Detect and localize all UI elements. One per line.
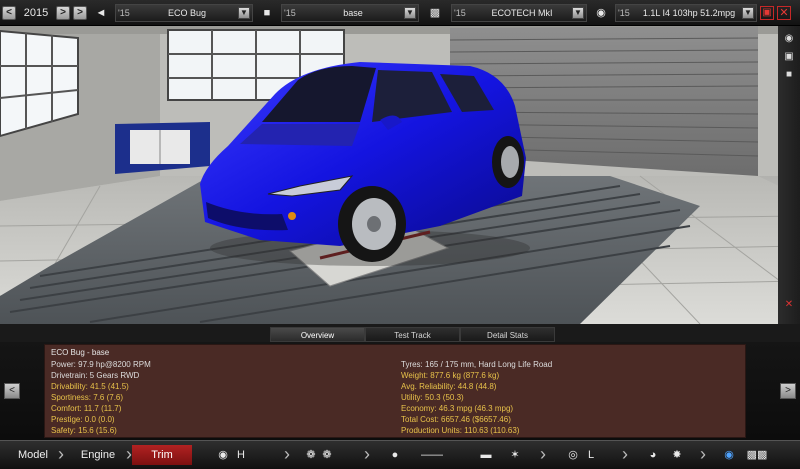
close-icon[interactable]: ✕ [777, 5, 791, 20]
engine-name: ECOTECH MkI [491, 7, 553, 18]
stat-drivetrain: Drivetrain: 5 Gears RWD [51, 371, 140, 380]
chevron-right-icon: › [540, 444, 546, 464]
body-design-icon[interactable]: —— [412, 448, 452, 462]
overview-stats-panel: ECO Bug - base Power: 97.9 hp@8200 RPM D… [44, 344, 746, 438]
model-name: ECO Bug [167, 7, 207, 18]
model-selector[interactable]: '15 ECO Bug ▼ [115, 3, 253, 22]
brakes-icon[interactable]: ● [388, 448, 402, 462]
year-prev-button[interactable]: < [2, 5, 16, 20]
engine-variant-icon: ◉ [596, 6, 606, 19]
chevron-down-icon[interactable]: ▼ [404, 6, 416, 19]
safety-icon[interactable]: ◕ [646, 448, 660, 462]
stat-tyres: Tyres: 165 / 175 mm, Hard Long Life Road [401, 360, 553, 369]
top-bar: < 2015 > > ◄ '15 ECO Bug ▼ ■ '15 base ▼ … [0, 0, 800, 26]
car-trim-icon: ■ [263, 6, 271, 19]
year-display: 2015 [23, 6, 49, 19]
camera-icon[interactable]: ◉ [782, 32, 796, 46]
year-fast-forward-button[interactable]: > [73, 5, 87, 20]
stat-utility: Utility: 50.3 (50.3) [401, 393, 464, 402]
view-angle-icon[interactable]: ▣ [782, 50, 796, 64]
reset-view-icon[interactable]: ✕ [782, 298, 796, 312]
tab-detail-stats[interactable]: Detail Stats [460, 327, 555, 342]
tab-overview[interactable]: Overview [270, 327, 365, 342]
camera-tool-strip: ◉ ▣ ■ ✕ [778, 26, 800, 324]
wheels-icon[interactable]: ❁ [304, 448, 318, 462]
chevron-down-icon[interactable]: ▼ [572, 6, 584, 19]
stat-reliability: Avg. Reliability: 44.8 (44.8) [401, 382, 497, 391]
car-title: ECO Bug - base [51, 348, 110, 357]
prev-arrow-button[interactable]: < [4, 383, 20, 399]
stat-total-cost: Total Cost: 6657.46 ($6657.46) [401, 415, 511, 424]
tab-test-track[interactable]: Test Track [365, 327, 460, 342]
chevron-down-icon[interactable]: ▼ [238, 6, 250, 19]
workbench-cabinet [115, 122, 210, 174]
engine-selector[interactable]: '15 ECOTECH MkI ▼ [451, 3, 587, 22]
aero-icon[interactable]: ▬ [468, 448, 504, 462]
stat-power: Power: 97.9 hp@8200 RPM [51, 360, 151, 369]
garage-viewport[interactable] [0, 26, 800, 324]
chevron-down-icon[interactable]: ▼ [742, 6, 754, 19]
stat-drivability: Drivability: 41.5 (41.5) [51, 382, 129, 391]
stage-engine[interactable]: Engine [72, 445, 124, 465]
trim-name: base [343, 7, 363, 18]
engine-block-icon: ▩ [429, 6, 441, 19]
stat-weight: Weight: 877.6 kg (877.6 kg) [401, 371, 500, 380]
tyres-icon[interactable]: ❁ [320, 448, 334, 462]
trim-selector[interactable]: '15 base ▼ [281, 3, 419, 22]
next-arrow-button[interactable]: > [780, 383, 796, 399]
steering-wheel-icon[interactable]: ◎ [566, 448, 580, 462]
stat-production-units: Production Units: 110.63 (110.63) [401, 426, 520, 435]
trim-year: '15 [284, 7, 296, 18]
seat-icon[interactable]: L [584, 448, 598, 462]
model-year: '15 [118, 7, 130, 18]
chevron-right-icon: › [622, 444, 628, 464]
garage-scene-render [0, 26, 800, 324]
stat-sportiness: Sportiness: 7.6 (7.6) [51, 393, 124, 402]
spark-icon[interactable]: ✸ [670, 448, 684, 462]
year-next-button[interactable]: > [56, 5, 70, 20]
checkered-flag-icon[interactable]: ▩▩ [742, 448, 772, 462]
variant-name: 1.1L I4 103hp 51.2mpg [642, 7, 736, 18]
suspension-icon[interactable]: H [234, 448, 248, 462]
game-window: < 2015 > > ◄ '15 ECO Bug ▼ ■ '15 base ▼ … [0, 0, 800, 469]
car-silhouette-icon: ◄ [95, 6, 107, 19]
stage-model[interactable]: Model [10, 445, 56, 465]
info-tabs: Overview Test Track Detail Stats [270, 327, 555, 342]
stat-safety: Safety: 15.6 (15.6) [51, 426, 117, 435]
stat-comfort: Comfort: 11.7 (11.7) [51, 404, 122, 413]
finish-circle-icon[interactable]: ◉ [722, 448, 736, 462]
stats-right-column: Tyres: 165 / 175 mm, Hard Long Life Road… [401, 359, 552, 436]
engine-variant-selector[interactable]: '15 1.1L I4 103hp 51.2mpg ▼ [615, 3, 757, 22]
stage-trim[interactable]: Trim [132, 445, 192, 465]
fan-icon[interactable]: ✶ [508, 448, 522, 462]
chevron-right-icon: › [284, 444, 290, 464]
chevron-right-icon: › [58, 444, 64, 464]
stats-left-column: Power: 97.9 hp@8200 RPM Drivetrain: 5 Ge… [51, 359, 151, 436]
chassis-icon[interactable]: ◉ [216, 448, 230, 462]
car-view-icon[interactable]: ■ [782, 68, 796, 82]
save-icon[interactable]: ▣ [760, 5, 774, 20]
variant-year: '15 [618, 7, 630, 18]
front-wheel [338, 186, 406, 262]
engine-year: '15 [454, 7, 466, 18]
rear-wheel [492, 136, 524, 188]
stage-navigation-bar: Model › Engine › Trim ◉ H › ❁ ❁ › ● —— ▬… [0, 440, 800, 469]
chevron-right-icon: › [364, 444, 370, 464]
stat-prestige: Prestige: 0.0 (0.0) [51, 415, 115, 424]
chevron-right-icon: › [700, 444, 706, 464]
stat-economy: Economy: 46.3 mpg (46.3 mpg) [401, 404, 514, 413]
